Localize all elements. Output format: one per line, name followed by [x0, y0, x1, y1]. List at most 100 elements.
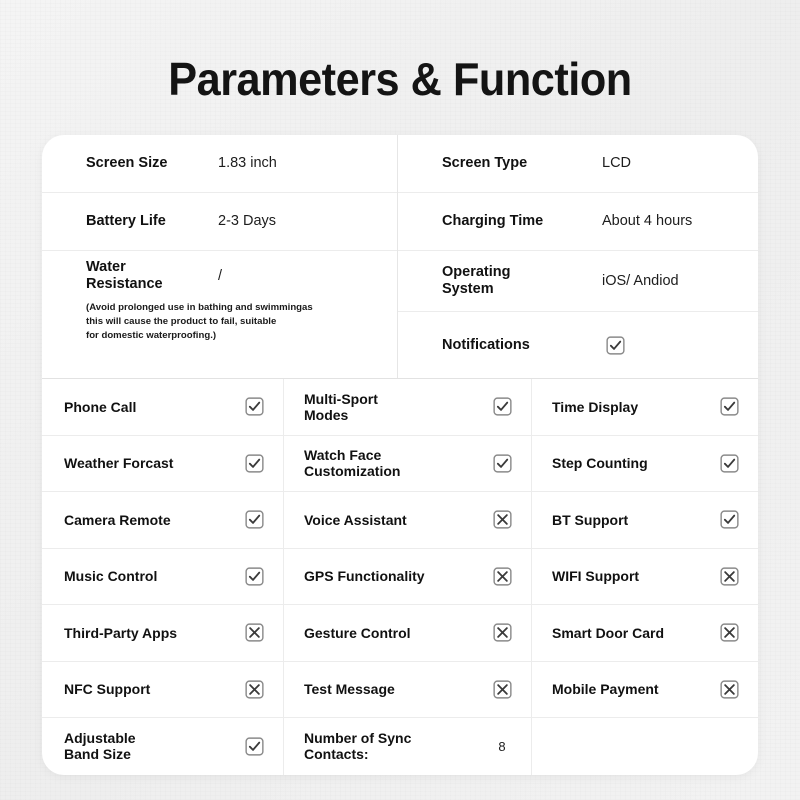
- spec-value-water-resistance: /: [218, 267, 223, 284]
- feature-cell-camera-remote[interactable]: Camera Remote: [42, 492, 284, 548]
- checkbox-crossed-icon[interactable]: [489, 567, 515, 586]
- checkbox-crossed-icon[interactable]: [716, 680, 742, 699]
- feature-label-test-message: Test Message: [304, 681, 395, 698]
- feature-label-number-of-sync-contacts: Number of Sync Contacts:: [304, 730, 489, 762]
- page-title: Parameters & Function: [168, 53, 632, 105]
- feature-cell-number-of-sync-contacts[interactable]: Number of Sync Contacts: 8: [284, 718, 532, 775]
- feature-grid: Phone Call Multi-Sport Modes Time Display We…: [42, 378, 758, 775]
- feature-cell-voice-assistant[interactable]: Voice Assistant: [284, 492, 532, 548]
- feature-label-gps-functionality: GPS Functionality: [304, 568, 425, 585]
- feature-cell-test-message[interactable]: Test Message: [284, 661, 532, 717]
- spec-row-charging-time: Charging Time About 4 hours: [398, 193, 758, 251]
- notifications-mark-slot[interactable]: [602, 335, 628, 355]
- feature-label-gesture-control: Gesture Control: [304, 624, 411, 641]
- spec-value-screen-size: 1.83 inch: [218, 155, 277, 171]
- checkbox-crossed-icon[interactable]: [716, 567, 742, 586]
- checkbox-checked-icon[interactable]: [489, 397, 515, 416]
- spec-label-charging-time: Charging Time: [442, 213, 544, 229]
- feature-cell-nfc-support[interactable]: NFC Support: [42, 661, 284, 717]
- spec-column-right: Screen Type LCD Charging Time About 4 ho…: [398, 135, 758, 378]
- checkbox-checked-icon[interactable]: [716, 397, 742, 416]
- feature-label-phone-call: Phone Call: [64, 398, 137, 415]
- spec-value-charging-time: About 4 hours: [602, 213, 693, 229]
- checkbox-checked-icon[interactable]: [241, 454, 267, 473]
- spec-label-screen-type: Screen Type: [442, 155, 528, 171]
- feature-label-time-display: Time Display: [552, 398, 639, 415]
- checkbox-crossed-icon[interactable]: [241, 623, 267, 642]
- spec-label-water-resistance-line2: Resistance: [86, 276, 163, 292]
- feature-label-voice-assistant: Voice Assistant: [304, 511, 407, 528]
- feature-label-line2: Band Size: [64, 746, 131, 763]
- checkbox-crossed-icon[interactable]: [489, 680, 515, 699]
- feature-cell-adjustable-band-size[interactable]: Adjustable Band Size: [42, 718, 284, 775]
- checkbox-checked-icon[interactable]: [716, 454, 742, 473]
- feature-label-step-counting: Step Counting: [552, 455, 648, 472]
- spec-card: Screen Size 1.83 inch Battery Life 2-3 D…: [42, 135, 758, 775]
- feature-label-music-control: Music Control: [64, 568, 158, 585]
- checkbox-crossed-icon[interactable]: [489, 510, 515, 529]
- feature-label-bt-support: BT Support: [552, 511, 629, 528]
- spec-row-screen-type: Screen Type LCD: [398, 135, 758, 193]
- spec-row-battery-life: Battery Life 2-3 Days: [42, 193, 397, 251]
- feature-label-adjustable-band-size: Adjustable Band Size: [64, 730, 241, 762]
- feature-cell-smart-door-card[interactable]: Smart Door Card: [532, 605, 758, 661]
- feature-row: Adjustable Band Size Number of Sync Contact…: [42, 718, 758, 775]
- spec-label-notifications: Notifications: [442, 336, 530, 353]
- spec-label-battery-life: Battery Life: [86, 213, 166, 229]
- checkbox-crossed-icon[interactable]: [241, 680, 267, 699]
- feature-label-line1: Number of Sync: [304, 730, 412, 747]
- feature-label-smart-door-card: Smart Door Card: [552, 624, 665, 641]
- water-resistance-note: (Avoid prolonged use in bathing and swim…: [42, 301, 397, 353]
- feature-cell-gesture-control[interactable]: Gesture Control: [284, 605, 532, 661]
- spec-value-screen-type: LCD: [602, 155, 632, 171]
- water-resistance-note-wrap: (Avoid prolonged use in bathing and swim…: [42, 301, 397, 378]
- feature-label-line1: Adjustable: [64, 730, 136, 747]
- checkbox-checked-icon[interactable]: [241, 397, 267, 416]
- checkbox-checked-icon[interactable]: [241, 510, 267, 529]
- feature-cell-empty: [532, 718, 758, 775]
- feature-cell-bt-support[interactable]: BT Support: [532, 492, 758, 548]
- spec-label-operating-system: Operating System: [442, 264, 602, 298]
- checkbox-crossed-icon[interactable]: [716, 623, 742, 642]
- feature-label-third-party-apps: Third-Party Apps: [64, 624, 178, 641]
- feature-cell-phone-call[interactable]: Phone Call: [42, 379, 284, 435]
- feature-cell-watch-face-customization[interactable]: Watch Face Customization: [284, 435, 532, 491]
- feature-row: Weather Forcast Watch Face Customization St…: [42, 435, 758, 492]
- spec-value-operating-system: iOS/ Andiod: [602, 272, 679, 289]
- feature-cell-music-control[interactable]: Music Control: [42, 548, 284, 604]
- feature-row: Phone Call Multi-Sport Modes Time Display: [42, 379, 758, 436]
- feature-cell-gps-functionality[interactable]: GPS Functionality: [284, 548, 532, 604]
- feature-label-multi-sport-modes: Multi-Sport Modes: [304, 391, 489, 423]
- feature-cell-third-party-apps[interactable]: Third-Party Apps: [42, 605, 284, 661]
- feature-label-watch-face-customization: Watch Face Customization: [304, 447, 489, 479]
- feature-value-number-of-sync-contacts: 8: [498, 738, 506, 754]
- feature-label-wifi-support: WIFI Support: [552, 568, 640, 585]
- spec-label-water-resistance-line1: Water: [86, 259, 126, 275]
- feature-row: NFC Support Test Message Mobile Payment: [42, 661, 758, 718]
- feature-label-line2: Modes: [304, 406, 349, 423]
- checkbox-checked-icon[interactable]: [605, 335, 625, 355]
- note-line-1: (Avoid prolonged use in bathing and swim…: [86, 302, 313, 313]
- feature-cell-weather-forcast[interactable]: Weather Forcast: [42, 435, 284, 491]
- feature-label-line2: Contacts:: [304, 746, 369, 763]
- feature-cell-wifi-support[interactable]: WIFI Support: [532, 549, 758, 605]
- specifications-section: Screen Size 1.83 inch Battery Life 2-3 D…: [42, 135, 758, 378]
- feature-cell-multi-sport-modes[interactable]: Multi-Sport Modes: [284, 379, 532, 435]
- feature-cell-mobile-payment[interactable]: Mobile Payment: [532, 662, 758, 718]
- checkbox-checked-icon[interactable]: [716, 510, 742, 529]
- spec-label-operating-system-line2: System: [442, 281, 494, 297]
- spec-label-operating-system-line1: Operating: [442, 264, 511, 280]
- checkbox-crossed-icon[interactable]: [489, 623, 515, 642]
- checkbox-checked-icon[interactable]: [489, 454, 515, 473]
- feature-cell-step-counting[interactable]: Step Counting: [532, 436, 758, 492]
- checkbox-checked-icon[interactable]: [241, 737, 267, 756]
- spec-row-water-resistance: Water Resistance /: [42, 251, 397, 301]
- feature-label-weather-forcast: Weather Forcast: [64, 455, 174, 472]
- feature-cell-time-display[interactable]: Time Display: [532, 379, 758, 435]
- note-line-3: for domestic waterproofing.): [86, 330, 217, 341]
- spec-label-screen-size: Screen Size: [86, 155, 168, 171]
- feature-label-line2: Customization: [304, 463, 401, 480]
- feature-row: Third-Party Apps Gesture Control Smart Doo…: [42, 605, 758, 662]
- feature-label-line1: Watch Face: [304, 447, 382, 464]
- checkbox-checked-icon[interactable]: [241, 567, 267, 586]
